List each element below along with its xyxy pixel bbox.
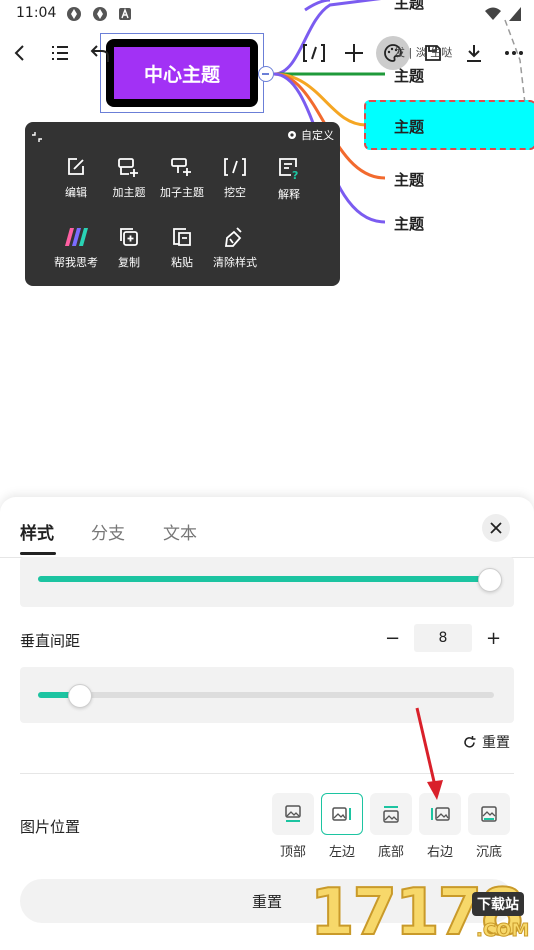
menu-item-add-subtopic[interactable]: 加子主题 xyxy=(152,156,212,200)
undo-icon xyxy=(90,45,109,62)
image-right-icon xyxy=(431,807,450,821)
top-slider-knob[interactable] xyxy=(478,568,503,592)
vertical-spacing-value[interactable]: 8 xyxy=(414,624,472,652)
copy-icon xyxy=(120,228,138,246)
menu-item-edit[interactable]: 编辑 xyxy=(46,156,106,200)
close-button[interactable] xyxy=(482,514,510,542)
vertical-spacing-label: 垂直间距 xyxy=(20,632,81,650)
spacing-increase-button[interactable]: + xyxy=(486,628,501,649)
undo-button[interactable] xyxy=(84,37,116,69)
add-button[interactable] xyxy=(338,37,370,69)
customize-label: 自定义 xyxy=(301,129,334,142)
menu-item-paste[interactable]: 粘贴 xyxy=(152,226,212,270)
menu-item-clear-style[interactable]: 清除样式 xyxy=(205,226,265,270)
reset-spacing-label: 重置 xyxy=(482,735,510,751)
close-icon xyxy=(490,522,502,534)
menu-item-blank[interactable]: 挖空 xyxy=(205,156,265,200)
collapse-menu-icon[interactable] xyxy=(31,128,43,147)
image-left-icon xyxy=(332,807,351,821)
topic-node-4[interactable]: 主题 xyxy=(394,169,424,190)
topic-node-3-label: 主题 xyxy=(394,118,425,136)
back-icon xyxy=(14,45,24,61)
topic-node-1[interactable]: 主题 xyxy=(394,0,424,13)
export-button[interactable] xyxy=(458,37,490,69)
top-slider-track[interactable] xyxy=(38,576,494,582)
vertical-spacing-track[interactable] xyxy=(38,692,494,698)
central-topic-label: 中心主题 xyxy=(114,47,250,99)
annotation-arrow xyxy=(415,707,443,800)
outline-button[interactable] xyxy=(44,37,76,69)
active-tab-indicator xyxy=(20,552,56,555)
image-bottom-icon xyxy=(383,806,399,823)
watermark-sub: 下载站 xyxy=(472,892,524,916)
toolbar-overlap-text: 发 | 淡 生哒 xyxy=(394,46,453,59)
spacing-decrease-button[interactable]: − xyxy=(385,628,400,649)
explain-icon: ? xyxy=(279,158,298,180)
blank-mode-button[interactable] xyxy=(298,37,330,69)
ai-think-icon xyxy=(65,228,88,246)
watermark-domain: .COM xyxy=(475,920,530,942)
menu-item-explain[interactable]: ? 解释 xyxy=(259,156,319,202)
image-position-label: 图片位置 xyxy=(20,818,81,836)
back-button[interactable] xyxy=(4,37,36,69)
node-context-menu: 自定义 编辑 加主题 加子主题 挖空 ? 解释 帮我思考 复制 粘贴 清除样式 xyxy=(25,122,340,286)
top-slider-fill xyxy=(38,576,490,582)
list-icon xyxy=(52,46,68,60)
more-button[interactable] xyxy=(498,37,530,69)
image-position-sink-button[interactable] xyxy=(468,793,510,835)
central-topic-node[interactable]: 中心主题 xyxy=(100,33,264,113)
customize-button[interactable]: 自定义 xyxy=(286,127,334,143)
paste-icon xyxy=(173,228,191,246)
add-subtopic-icon xyxy=(171,158,191,176)
image-top-icon xyxy=(285,805,301,822)
more-icon xyxy=(505,51,523,55)
clear-style-icon xyxy=(224,227,242,247)
tab-text[interactable]: 文本 xyxy=(163,519,197,544)
add-topic-icon xyxy=(118,158,138,177)
refresh-icon xyxy=(464,735,476,748)
svg-text:?: ? xyxy=(292,169,298,180)
download-icon xyxy=(467,45,481,62)
edit-icon xyxy=(68,158,84,175)
image-position-top-label: 顶部 xyxy=(279,845,306,860)
menu-item-add-topic[interactable]: 加主题 xyxy=(99,156,159,200)
collapse-toggle[interactable] xyxy=(258,66,274,82)
topic-node-selected[interactable] xyxy=(364,100,534,150)
vertical-spacing-knob[interactable] xyxy=(68,684,93,708)
menu-item-ai-think[interactable]: 帮我思考 xyxy=(46,226,106,270)
tab-style[interactable]: 样式 xyxy=(20,519,54,544)
image-position-bottom-button[interactable] xyxy=(370,793,412,835)
gear-icon xyxy=(288,131,296,139)
site-watermark: 17178 下载站 .COM xyxy=(309,858,534,950)
reset-spacing-button[interactable]: 重置 xyxy=(462,732,510,752)
brackets-icon xyxy=(303,44,325,62)
topic-node-5[interactable]: 主题 xyxy=(394,213,424,234)
tab-branch[interactable]: 分支 xyxy=(91,519,125,544)
blank-icon xyxy=(224,158,246,176)
image-position-top-button[interactable] xyxy=(272,793,314,835)
plus-icon xyxy=(345,44,363,62)
image-sink-icon xyxy=(481,806,497,822)
top-slider-box xyxy=(20,557,514,607)
image-position-left-button[interactable] xyxy=(321,793,363,835)
menu-item-copy[interactable]: 复制 xyxy=(99,226,159,270)
